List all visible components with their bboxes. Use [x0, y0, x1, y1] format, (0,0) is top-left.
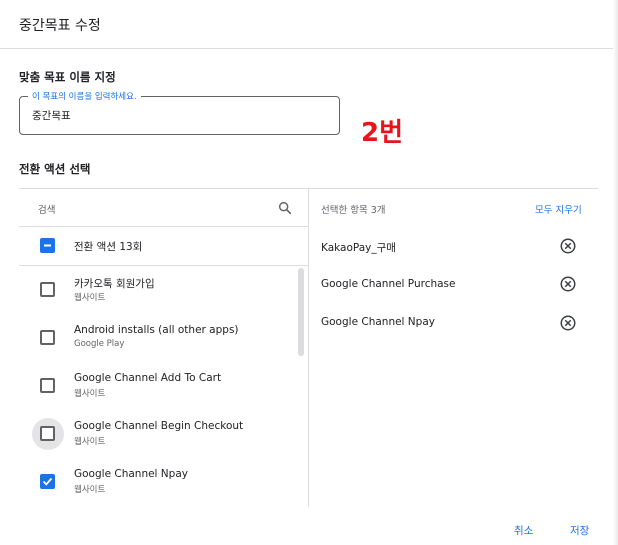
- close-circle-icon[interactable]: [559, 314, 577, 332]
- selected-count-label: 선택한 항목 3개: [321, 205, 386, 216]
- goal-name-input[interactable]: [32, 109, 322, 121]
- dialog-edge-shadow: [613, 0, 618, 545]
- conversion-section-label: 전환 액션 선택: [19, 162, 91, 176]
- select-all-checkbox[interactable]: [40, 238, 55, 253]
- list-scrollbar[interactable]: [298, 268, 304, 356]
- check-icon: [42, 477, 53, 486]
- close-circle-icon[interactable]: [559, 237, 577, 255]
- close-circle-icon[interactable]: [559, 275, 577, 293]
- clear-all-link[interactable]: 모두 지우기: [535, 202, 582, 216]
- conversion-checkbox[interactable]: [40, 426, 55, 441]
- conversion-item-title: Google Channel Begin Checkout: [74, 420, 244, 432]
- selected-item-label: KakaoPay_구매: [321, 242, 396, 254]
- conversion-item-title: Android installs (all other apps): [74, 324, 239, 336]
- conversion-item-title: Google Channel Npay: [74, 468, 188, 480]
- goal-name-field-legend: 이 목표의 이름을 입력하세요.: [28, 90, 141, 102]
- conversion-checkbox[interactable]: [40, 474, 55, 489]
- edit-goal-dialog: 중간목표 수정 맞춤 목표 이름 지정 이 목표의 이름을 입력하세요. 2번 …: [0, 0, 618, 545]
- conversion-item-subtitle: 웹사이트: [74, 485, 106, 495]
- search-input[interactable]: 검색: [38, 202, 55, 216]
- goal-name-section-label: 맞춤 목표 이름 지정: [19, 70, 116, 84]
- cancel-button[interactable]: 취소: [514, 523, 533, 538]
- goal-name-field[interactable]: 이 목표의 이름을 입력하세요.: [19, 90, 340, 135]
- selected-item-label: Google Channel Npay: [321, 316, 435, 328]
- annotation-label: 2번: [361, 118, 404, 148]
- search-divider: [19, 226, 308, 227]
- conversion-item-subtitle: 웹사이트: [74, 293, 106, 303]
- dialog-title: 중간목표 수정: [19, 18, 101, 34]
- conversion-item-title: Google Channel Add To Cart: [74, 372, 222, 384]
- indeterminate-checkbox-icon: [44, 244, 51, 247]
- panel-vertical-divider: [308, 189, 309, 507]
- conversion-item-subtitle: 웹사이트: [74, 437, 106, 447]
- select-all-divider: [19, 265, 308, 266]
- search-icon[interactable]: [277, 200, 293, 216]
- selected-item-label: Google Channel Purchase: [321, 278, 456, 290]
- conversion-checkbox[interactable]: [40, 282, 55, 297]
- save-button[interactable]: 저장: [570, 523, 589, 538]
- select-all-label: 전환 액션 13회: [74, 241, 143, 253]
- conversion-checkbox[interactable]: [40, 330, 55, 345]
- conversion-item-subtitle: 웹사이트: [74, 389, 106, 399]
- conversion-item-subtitle: Google Play: [74, 339, 125, 349]
- conversion-checkbox[interactable]: [40, 378, 55, 393]
- conversion-item-title: 카카오톡 회원가입: [74, 278, 155, 290]
- title-divider: [0, 48, 613, 49]
